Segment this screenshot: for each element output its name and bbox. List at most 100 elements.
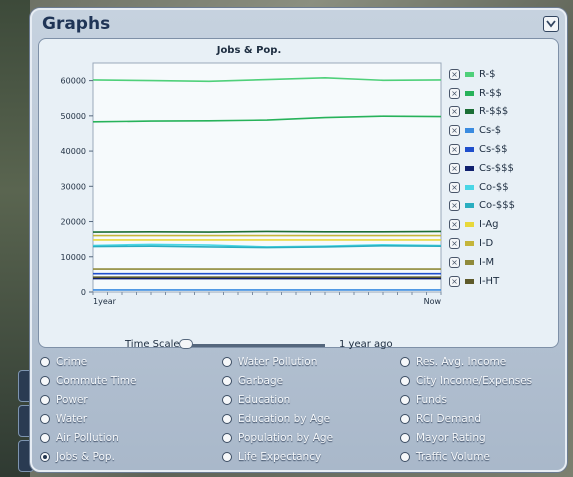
x-end-label: Now [424, 297, 442, 306]
legend-swatch [465, 71, 474, 77]
radio-button[interactable] [222, 451, 232, 462]
legend-swatch [465, 278, 474, 284]
legend-item: × I-HT [449, 272, 549, 291]
y-tick-label: 60000 [61, 77, 86, 86]
radio-button[interactable] [40, 413, 50, 424]
graph-option[interactable]: Commute Time [40, 371, 136, 390]
legend-item: × Cs-$$ [449, 140, 549, 159]
graph-option-label: Res. Avg. Income [416, 355, 507, 368]
radio-button[interactable] [400, 375, 410, 386]
legend-label: R-$$$ [479, 106, 509, 118]
legend-swatch [465, 184, 474, 190]
legend-swatch [465, 109, 474, 115]
legend-label: Cs-$$ [479, 144, 508, 156]
graph-option[interactable]: Power [40, 390, 88, 409]
legend-toggle-button[interactable]: × [449, 219, 460, 231]
radio-button[interactable] [40, 451, 50, 462]
legend-toggle-button[interactable]: × [449, 68, 460, 80]
graph-option[interactable]: Jobs & Pop. [40, 447, 115, 466]
radio-button[interactable] [222, 356, 232, 367]
graph-option[interactable]: Garbage [222, 371, 283, 390]
graph-option-label: Mayor Rating [416, 431, 486, 444]
legend-label: Cs-$$$ [479, 162, 514, 174]
graphs-window: Graphs Jobs & Pop. 0 10000 20000 30000 40000… [30, 8, 567, 472]
graph-option-label: City Income/Expenses [416, 374, 533, 387]
radio-button[interactable] [222, 394, 232, 405]
chevron-down-icon [546, 20, 556, 28]
graph-option[interactable]: Air Pollution [40, 428, 119, 447]
legend-swatch [465, 90, 474, 96]
legend-item: × Cs-$$$ [449, 159, 549, 178]
graph-option[interactable]: Mayor Rating [400, 428, 486, 447]
graph-option[interactable]: Crime [40, 352, 87, 371]
y-tick-label: 50000 [61, 112, 86, 121]
graph-option-label: Population by Age [238, 431, 334, 444]
graph-option[interactable]: Water [40, 409, 87, 428]
legend-toggle-button[interactable]: × [449, 125, 460, 137]
legend-item: × I-D [449, 234, 549, 253]
legend-swatch [465, 203, 474, 209]
legend-toggle-button[interactable]: × [449, 200, 460, 212]
graph-option[interactable]: RCI Demand [400, 409, 481, 428]
legend-swatch [465, 259, 474, 265]
radio-button[interactable] [400, 394, 410, 405]
radio-button[interactable] [40, 356, 50, 367]
time-scale-track[interactable] [185, 344, 325, 347]
radio-button[interactable] [222, 413, 232, 424]
graph-option[interactable]: Population by Age [222, 428, 333, 447]
legend-swatch [465, 241, 474, 247]
time-scale-slider-knob[interactable] [179, 339, 193, 349]
graph-option-label: Power [56, 393, 88, 406]
radio-button[interactable] [40, 375, 50, 386]
y-tick-label: 30000 [61, 182, 86, 191]
legend-label: I-Ag [479, 219, 499, 231]
radio-button[interactable] [400, 356, 410, 367]
graph-option-label: RCI Demand [416, 412, 482, 425]
x-start-label: 1year [93, 297, 117, 306]
radio-button[interactable] [40, 394, 50, 405]
chart: 0 10000 20000 30000 40000 50000 60000 1year Now [61, 62, 442, 306]
legend-toggle-button[interactable]: × [449, 238, 460, 250]
y-tick-label: 20000 [61, 218, 86, 227]
legend-label: Cs-$ [479, 125, 502, 137]
y-tick-label: 40000 [61, 147, 86, 156]
legend-label: R-$$ [479, 87, 502, 99]
legend-label: I-M [479, 256, 495, 268]
graph-option[interactable]: Education by Age [222, 409, 330, 428]
graph-option-label: Water Pollution [238, 355, 318, 368]
legend-item: × Cs-$ [449, 121, 549, 140]
graph-option-label: Life Expectancy [238, 450, 322, 463]
legend-toggle-button[interactable]: × [449, 162, 460, 174]
graph-option[interactable]: Funds [400, 390, 447, 409]
legend-swatch [465, 222, 474, 228]
graph-option-label: Education by Age [238, 412, 331, 425]
radio-button[interactable] [400, 432, 410, 443]
legend-label: R-$ [479, 68, 496, 80]
graph-option-label: Crime [56, 355, 88, 368]
legend-toggle-button[interactable]: × [449, 106, 460, 118]
graph-option[interactable]: Water Pollution [222, 352, 317, 371]
radio-button[interactable] [400, 413, 410, 424]
graph-panel: Jobs & Pop. 0 10000 20000 30000 40000 50000 60… [38, 38, 559, 350]
radio-button[interactable] [400, 451, 410, 462]
legend-toggle-button[interactable]: × [449, 87, 460, 99]
graph-option-label: Traffic Volume [416, 450, 490, 463]
y-tick-label: 10000 [61, 253, 86, 262]
graph-option[interactable]: City Income/Expenses [400, 371, 532, 390]
legend-toggle-button[interactable]: × [449, 275, 460, 287]
radio-button[interactable] [222, 432, 232, 443]
graph-option[interactable]: Life Expectancy [222, 447, 321, 466]
graph-option[interactable]: Res. Avg. Income [400, 352, 506, 371]
legend-toggle-button[interactable]: × [449, 181, 460, 193]
legend-item: × Co-$$$ [449, 197, 549, 216]
graph-option[interactable]: Education [222, 390, 290, 409]
graph-option[interactable]: Traffic Volume [400, 447, 490, 466]
legend-label: Co-$$$ [479, 200, 515, 212]
radio-button[interactable] [40, 432, 50, 443]
radio-button[interactable] [222, 375, 232, 386]
collapse-button[interactable] [543, 16, 559, 32]
legend-item: × I-M [449, 253, 549, 272]
legend-toggle-button[interactable]: × [449, 144, 460, 156]
graph-options: Crime Commute Time Power Water Air Pollution… [32, 352, 565, 472]
legend-toggle-button[interactable]: × [449, 256, 460, 268]
